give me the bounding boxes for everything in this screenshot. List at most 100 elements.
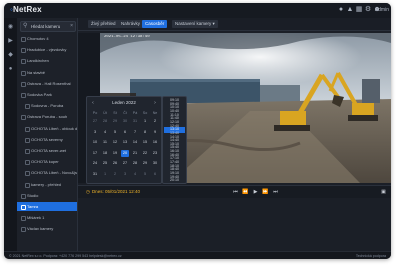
checkbox[interactable] xyxy=(25,160,30,166)
calendar-day[interactable]: 30 xyxy=(121,118,129,125)
sidebar-item[interactable]: Chomutov 4 xyxy=(17,34,77,43)
calendar-day[interactable]: 3 xyxy=(91,129,99,136)
checkbox[interactable] xyxy=(21,115,26,121)
calendar-day[interactable]: 2 xyxy=(151,118,159,125)
time-option[interactable]: 20:10 xyxy=(164,178,185,183)
search-box[interactable]: ⚲ × xyxy=(20,21,76,32)
fast-forward-icon[interactable]: ⏩ xyxy=(262,189,269,195)
calendar-day[interactable]: 4 xyxy=(131,171,139,178)
warning-icon[interactable]: ▲ xyxy=(346,6,354,14)
calendar-day[interactable]: 14 xyxy=(131,139,139,146)
calendar-day[interactable]: 24 xyxy=(91,160,99,167)
checkbox[interactable] xyxy=(21,59,26,65)
calendar-day[interactable]: 5 xyxy=(111,129,119,136)
calendar-day[interactable]: 29 xyxy=(111,118,119,125)
calendar-day[interactable]: 21 xyxy=(131,150,139,157)
checkbox[interactable] xyxy=(21,193,26,199)
sidebar-item[interactable]: OCHOTA severny xyxy=(17,135,77,144)
sidebar-item[interactable]: Studio xyxy=(17,191,77,200)
checkbox[interactable] xyxy=(21,70,26,76)
calendar-day[interactable]: 6 xyxy=(151,171,159,178)
calendar-day[interactable]: 27 xyxy=(91,118,99,125)
sidebar-item[interactable]: OCHOTA sever-wet xyxy=(17,146,77,155)
checkbox[interactable] xyxy=(25,171,30,177)
play-icon[interactable]: ▶ xyxy=(252,189,259,195)
checkbox[interactable] xyxy=(21,216,26,222)
sidebar-item[interactable]: Na stavbě xyxy=(17,68,77,77)
checkbox[interactable] xyxy=(25,104,30,110)
calendar-day[interactable]: 29 xyxy=(141,160,149,167)
user-name[interactable]: Admin xyxy=(375,7,389,13)
checkbox[interactable] xyxy=(25,126,30,132)
bell-icon[interactable]: ● xyxy=(337,6,345,14)
close-icon[interactable]: × xyxy=(70,23,73,30)
tab[interactable]: Nastavení kamery ▾ xyxy=(172,20,218,28)
checkbox[interactable] xyxy=(21,227,26,233)
calendar-day[interactable]: 28 xyxy=(101,118,109,125)
calendar-day[interactable]: 1 xyxy=(141,118,149,125)
sidebar-item[interactable]: Tamra xyxy=(17,202,77,211)
sidebar-item[interactable]: OCHOTA kuper xyxy=(17,157,77,166)
user-icon[interactable]: ● xyxy=(7,66,14,73)
calendar-day[interactable]: 3 xyxy=(121,171,129,178)
video-icon[interactable]: ▶ xyxy=(7,38,14,45)
calendar-day[interactable]: 22 xyxy=(141,150,149,157)
sidebar-item[interactable]: Mišárek 1 xyxy=(17,213,77,222)
checkbox[interactable] xyxy=(25,137,30,143)
calendar-day[interactable]: 18 xyxy=(101,150,109,157)
calendar-day[interactable]: 13 xyxy=(121,139,129,146)
sidebar-item[interactable]: Ostrava - Hall Rosenthal xyxy=(17,79,77,88)
calendar-day[interactable]: 10 xyxy=(91,139,99,146)
camera-icon[interactable]: ◉ xyxy=(7,24,14,31)
calendar-day[interactable]: 19 xyxy=(111,150,119,157)
calendar-day[interactable]: 9 xyxy=(151,129,159,136)
map-icon[interactable]: ◆ xyxy=(7,52,14,59)
calendar-day[interactable]: 25 xyxy=(101,160,109,167)
checkbox[interactable] xyxy=(25,149,30,154)
sidebar-item[interactable]: OCHOTA Libeň - oblouk dložit... xyxy=(17,124,77,133)
calendar-day[interactable]: 12 xyxy=(111,139,119,146)
calendar-day[interactable]: 27 xyxy=(121,160,129,167)
fullscreen-icon[interactable]: ▣ xyxy=(380,189,387,195)
app-logo[interactable]: ◦NetRex xyxy=(10,5,42,14)
calendar-day[interactable]: 17 xyxy=(91,150,99,157)
calendar-day[interactable]: 26 xyxy=(111,160,119,167)
calendar-day[interactable]: 8 xyxy=(141,129,149,136)
checkbox[interactable] xyxy=(21,205,26,210)
search-input[interactable] xyxy=(31,22,67,31)
tab[interactable]: Nahrávky xyxy=(118,20,144,28)
calendar-day[interactable]: 2 xyxy=(111,171,119,178)
calendar-day[interactable]: 15 xyxy=(141,139,149,146)
calendar-day[interactable]: 7 xyxy=(131,129,139,136)
chevron-right-icon[interactable]: › xyxy=(151,99,159,107)
tab[interactable]: Živý přehled xyxy=(88,20,119,28)
gear-icon[interactable]: ⚙ xyxy=(364,6,372,14)
calendar-day[interactable]: 1 xyxy=(101,171,109,178)
rewind-icon[interactable]: ⏪ xyxy=(242,189,249,195)
calendar-day[interactable]: 23 xyxy=(151,150,159,157)
sidebar-item[interactable]: kamery - přehled xyxy=(17,180,77,189)
footer-support-link[interactable]: Technická podpora xyxy=(356,253,386,259)
checkbox[interactable] xyxy=(25,182,30,188)
calendar-day[interactable]: 28 xyxy=(131,160,139,167)
calendar-day[interactable]: 30 xyxy=(151,160,159,167)
checkbox[interactable] xyxy=(21,37,26,42)
sidebar-item[interactable]: Sodovna - Poruba xyxy=(17,101,77,110)
calendar-day[interactable]: 11 xyxy=(101,139,109,146)
sidebar-item[interactable]: Landkirchen xyxy=(17,56,77,65)
sidebar-item[interactable]: Václav kamery xyxy=(17,224,77,233)
sidebar-item[interactable]: OCHOTA Libeň - Novo&jsk xyxy=(17,168,77,177)
checkbox[interactable] xyxy=(21,93,26,98)
calendar-day[interactable]: 16 xyxy=(151,139,159,146)
sidebar-item[interactable]: Ostrava Poruba - souh xyxy=(17,112,77,121)
skip-back-icon[interactable]: ⏮ xyxy=(232,189,239,195)
calendar-day[interactable]: 20 xyxy=(121,149,129,157)
calendar-day[interactable]: 31 xyxy=(91,171,99,178)
sidebar-item[interactable]: Hradubice - vjezdovky xyxy=(17,45,77,54)
calendar-day[interactable]: 31 xyxy=(131,118,139,125)
tab[interactable]: Casosběr xyxy=(142,20,168,28)
calendar-day[interactable]: 4 xyxy=(101,129,109,136)
calendar-day[interactable]: 6 xyxy=(121,129,129,136)
sidebar-item[interactable]: Sodovka Park xyxy=(17,90,77,99)
grid-icon[interactable]: ▦ xyxy=(355,6,363,14)
